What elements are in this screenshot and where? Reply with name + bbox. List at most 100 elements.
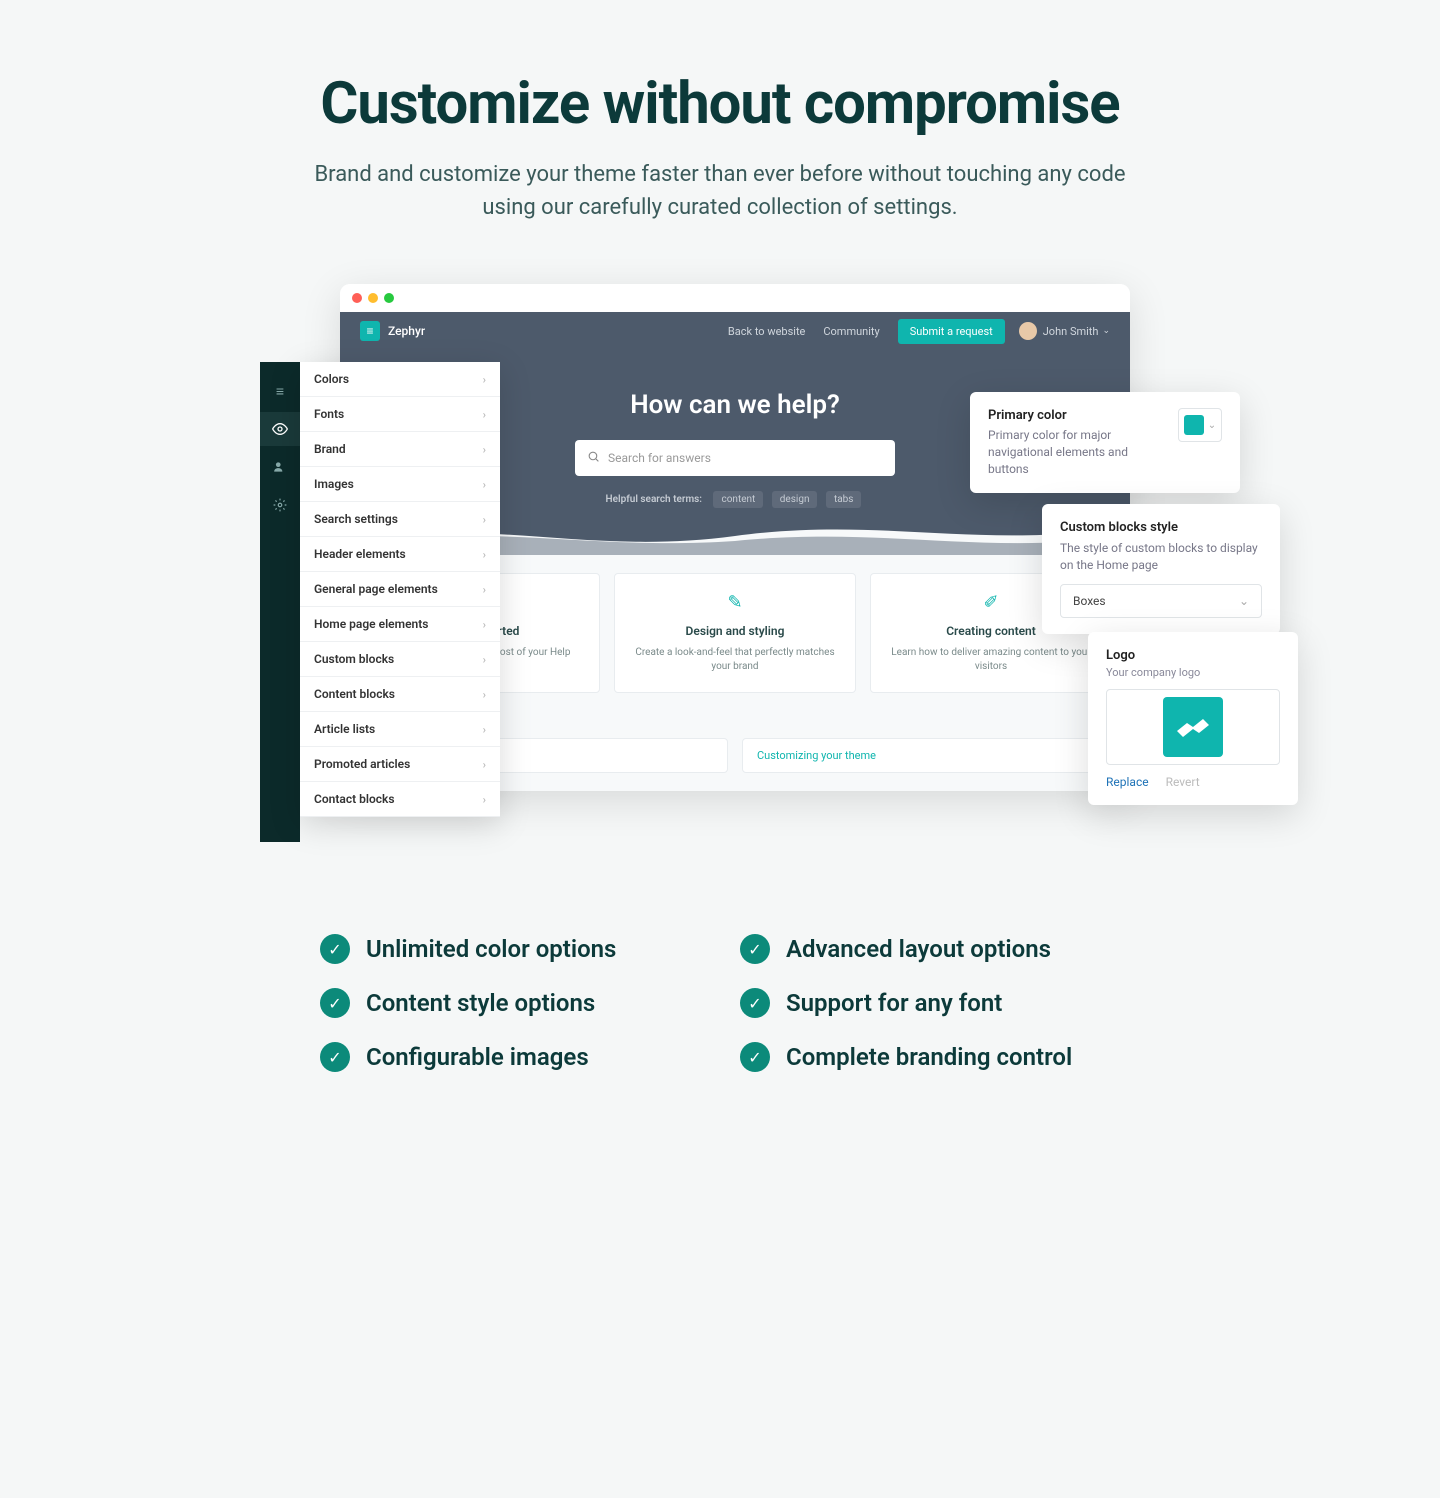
- promoted-article-link[interactable]: Customizing your theme: [742, 738, 1112, 773]
- maximize-icon: [384, 293, 394, 303]
- minimize-icon: [368, 293, 378, 303]
- chevron-right-icon: ›: [483, 478, 486, 491]
- user-name[interactable]: John Smith: [1043, 325, 1099, 338]
- search-input[interactable]: Search for answers: [575, 440, 895, 476]
- settings-item-header[interactable]: Header elements›: [300, 537, 500, 572]
- feature-item: ✓ Configurable images: [320, 1042, 700, 1072]
- popover-title: Custom blocks style: [1060, 520, 1262, 535]
- chevron-right-icon: ›: [483, 583, 486, 596]
- eye-icon[interactable]: [260, 412, 300, 446]
- check-icon: ✓: [320, 934, 350, 964]
- settings-item-general[interactable]: General page elements›: [300, 572, 500, 607]
- chevron-right-icon: ›: [483, 513, 486, 526]
- check-icon: ✓: [740, 1042, 770, 1072]
- feature-label: Configurable images: [366, 1043, 589, 1071]
- color-swatch: [1184, 415, 1204, 435]
- feature-item: ✓ Unlimited color options: [320, 934, 700, 964]
- blocks-style-select[interactable]: Boxes ⌄: [1060, 584, 1262, 618]
- close-icon: [352, 293, 362, 303]
- check-icon: ✓: [320, 988, 350, 1018]
- brand-name: Zephyr: [388, 324, 425, 338]
- feature-label: Complete branding control: [786, 1043, 1072, 1071]
- app-header: ≡ Zephyr Back to website Community Submi…: [340, 312, 1130, 350]
- popover-title: Primary color: [988, 408, 1164, 423]
- card-desc: Create a look-and-feel that perfectly ma…: [629, 646, 841, 674]
- chevron-right-icon: ›: [483, 688, 486, 701]
- replace-button[interactable]: Replace: [1106, 775, 1149, 789]
- chevron-down-icon: ⌄: [1208, 420, 1216, 431]
- chevron-right-icon: ›: [483, 723, 486, 736]
- search-placeholder: Search for answers: [608, 451, 711, 465]
- popover-desc: Your company logo: [1106, 666, 1280, 679]
- chevron-right-icon: ›: [483, 548, 486, 561]
- window-controls: [340, 284, 1130, 312]
- users-icon[interactable]: [260, 450, 300, 484]
- chevron-right-icon: ›: [483, 793, 486, 806]
- settings-item-contact[interactable]: Contact blocks›: [300, 782, 500, 817]
- select-value: Boxes: [1073, 594, 1106, 608]
- chevron-right-icon: ›: [483, 373, 486, 386]
- settings-item-search[interactable]: Search settings›: [300, 502, 500, 537]
- editor-rail: ≡: [260, 362, 300, 842]
- primary-color-popover: Primary color Primary color for major na…: [970, 392, 1240, 493]
- gear-icon[interactable]: [260, 488, 300, 522]
- term-tag[interactable]: content: [713, 491, 763, 508]
- revert-button[interactable]: Revert: [1166, 775, 1200, 789]
- category-card[interactable]: ✎ Design and styling Create a look-and-f…: [614, 573, 856, 693]
- settings-panel: Colors› Fonts› Brand› Images› Search set…: [300, 362, 500, 817]
- nav-back-link[interactable]: Back to website: [728, 325, 805, 338]
- feature-item: ✓ Content style options: [320, 988, 700, 1018]
- feature-label: Support for any font: [786, 989, 1002, 1017]
- settings-item-brand[interactable]: Brand›: [300, 432, 500, 467]
- chevron-right-icon: ›: [483, 618, 486, 631]
- feature-label: Content style options: [366, 989, 595, 1017]
- check-icon: ✓: [740, 934, 770, 964]
- popover-desc: Primary color for major navigational ele…: [988, 427, 1164, 477]
- product-mockup: ≡ Zephyr Back to website Community Submi…: [260, 284, 1180, 874]
- settings-item-images[interactable]: Images›: [300, 467, 500, 502]
- edit-icon: ✐: [980, 592, 1002, 614]
- popover-title: Logo: [1106, 648, 1280, 663]
- design-icon: ✎: [724, 592, 746, 614]
- card-desc: Learn how to deliver amazing content to …: [885, 646, 1097, 674]
- submit-request-button[interactable]: Submit a request: [898, 319, 1005, 344]
- check-icon: ✓: [320, 1042, 350, 1072]
- settings-item-article-lists[interactable]: Article lists›: [300, 712, 500, 747]
- logo-popover: Logo Your company logo Replace Revert: [1088, 632, 1298, 805]
- feature-label: Advanced layout options: [786, 935, 1051, 963]
- chevron-right-icon: ›: [483, 758, 486, 771]
- feature-list: ✓ Unlimited color options ✓ Advanced lay…: [320, 934, 1120, 1072]
- chevron-right-icon: ›: [483, 653, 486, 666]
- page-subtitle: Brand and customize your theme faster th…: [310, 158, 1130, 224]
- term-tag[interactable]: design: [772, 491, 818, 508]
- feature-label: Unlimited color options: [366, 935, 616, 963]
- settings-item-home[interactable]: Home page elements›: [300, 607, 500, 642]
- settings-item-promoted[interactable]: Promoted articles›: [300, 747, 500, 782]
- settings-item-fonts[interactable]: Fonts›: [300, 397, 500, 432]
- chevron-right-icon: ›: [483, 443, 486, 456]
- logo-image: [1163, 697, 1223, 757]
- search-icon: [587, 450, 600, 467]
- chevron-right-icon: ›: [483, 408, 486, 421]
- feature-item: ✓ Support for any font: [740, 988, 1120, 1018]
- feature-item: ✓ Complete branding control: [740, 1042, 1120, 1072]
- popover-desc: The style of custom blocks to display on…: [1060, 540, 1262, 574]
- feature-item: ✓ Advanced layout options: [740, 934, 1120, 964]
- page-title: Customize without compromise: [182, 70, 1259, 138]
- settings-item-colors[interactable]: Colors›: [300, 362, 500, 397]
- layout-icon[interactable]: ≡: [260, 374, 300, 408]
- chevron-down-icon: ⌄: [1102, 326, 1110, 336]
- color-swatch-picker[interactable]: ⌄: [1178, 408, 1222, 442]
- card-title: Design and styling: [629, 624, 841, 638]
- logo-preview: [1106, 689, 1280, 765]
- settings-item-custom-blocks[interactable]: Custom blocks›: [300, 642, 500, 677]
- terms-label: Helpful search terms:: [606, 494, 702, 505]
- custom-blocks-popover: Custom blocks style The style of custom …: [1042, 504, 1280, 634]
- term-tag[interactable]: tabs: [826, 491, 862, 508]
- nav-community-link[interactable]: Community: [823, 325, 879, 338]
- settings-item-content-blocks[interactable]: Content blocks›: [300, 677, 500, 712]
- chevron-down-icon: ⌄: [1239, 594, 1249, 608]
- avatar[interactable]: [1019, 322, 1037, 340]
- check-icon: ✓: [740, 988, 770, 1018]
- brand-logo-icon: ≡: [360, 321, 380, 341]
